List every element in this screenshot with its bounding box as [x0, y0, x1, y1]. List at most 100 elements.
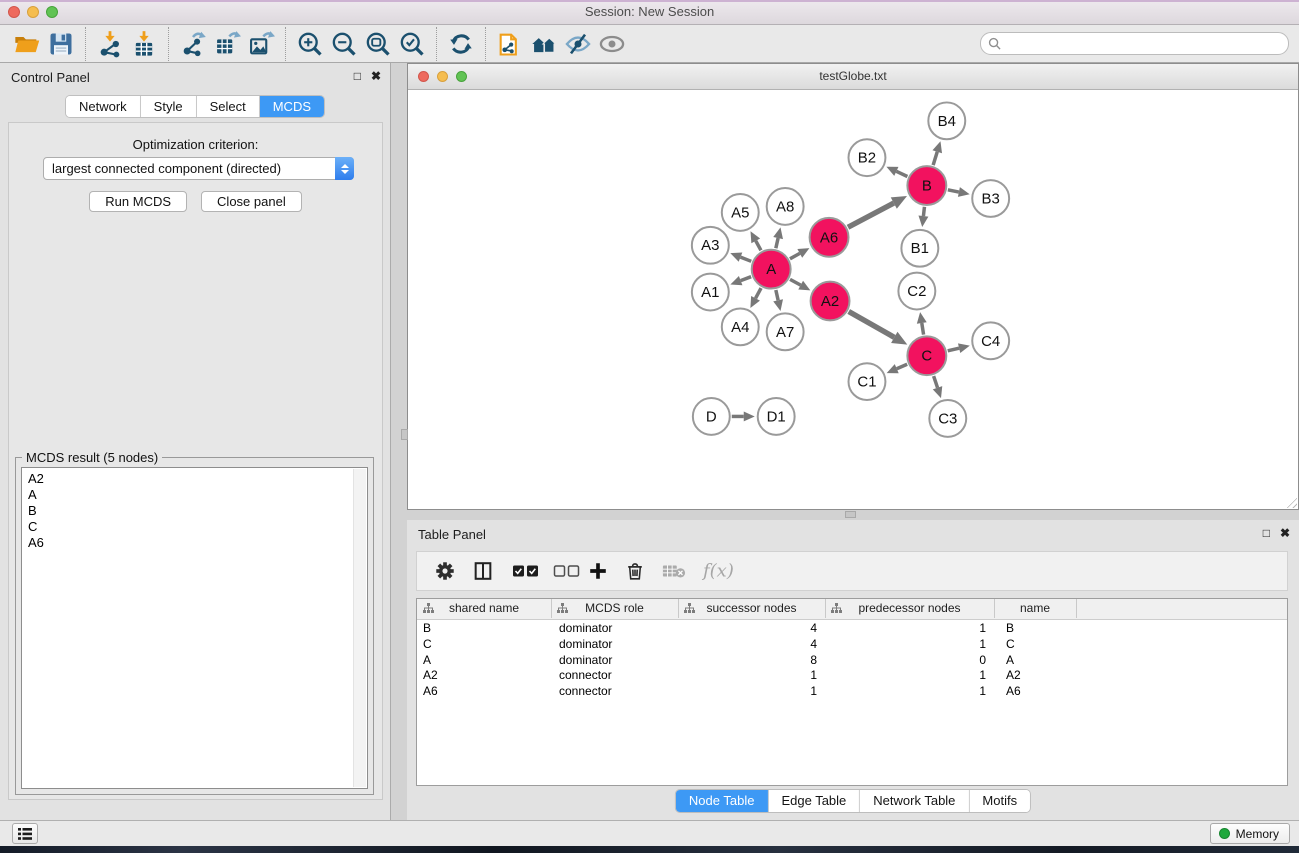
table-cell[interactable]: A2 [994, 667, 1076, 683]
table-cell[interactable]: 1 [678, 667, 825, 683]
zoom-fit-button[interactable] [361, 27, 395, 61]
import-network-button[interactable] [93, 27, 127, 61]
table-cell[interactable]: dominator [551, 652, 678, 668]
close-panel-button[interactable]: Close panel [201, 191, 302, 212]
run-mcds-button[interactable]: Run MCDS [89, 191, 187, 212]
export-table-button[interactable] [210, 27, 244, 61]
select-all-button[interactable] [512, 564, 540, 578]
table-cell[interactable]: C [417, 636, 551, 652]
deselect-all-button[interactable] [553, 564, 581, 578]
column-header-predecessor-nodes[interactable]: predecessor nodes [825, 599, 995, 618]
column-header-successor-nodes[interactable]: successor nodes [678, 599, 826, 618]
table-row[interactable]: Cdominator41C [417, 636, 1287, 652]
tab-network[interactable]: Network [66, 96, 141, 117]
mcds-result-item[interactable]: A [22, 487, 367, 503]
zoom-selected-button[interactable] [395, 27, 429, 61]
add-column-button[interactable] [587, 560, 609, 582]
graph-edge[interactable] [776, 238, 778, 248]
network-canvas[interactable]: B4B2BB3A8A5A6A3B1AC2A1A2A4A7C4CC1C3DD1 [409, 90, 1297, 508]
zoom-window-icon[interactable] [46, 6, 58, 18]
mcds-result-list[interactable]: A2ABCA6 [21, 467, 368, 789]
search-input[interactable] [1005, 35, 1281, 52]
graph-edge[interactable] [756, 241, 761, 251]
table-cell[interactable]: A6 [994, 683, 1076, 699]
table-cell[interactable]: dominator [551, 620, 678, 636]
export-network-button[interactable] [176, 27, 210, 61]
graph-edge[interactable] [897, 364, 907, 369]
graph-edge[interactable] [740, 257, 751, 261]
delete-table-button[interactable] [662, 563, 686, 579]
task-history-button[interactable] [12, 823, 38, 844]
table-cell[interactable]: A [417, 652, 551, 668]
column-visibility-button[interactable] [472, 560, 494, 582]
hide-details-button[interactable] [561, 27, 595, 61]
export-image-button[interactable] [244, 27, 278, 61]
tab-style[interactable]: Style [141, 96, 197, 117]
table-cell[interactable]: connector [551, 683, 678, 699]
table-cell[interactable]: 1 [825, 683, 994, 699]
column-header-name[interactable]: name [994, 599, 1077, 618]
graph-edge[interactable] [923, 207, 924, 216]
table-cell[interactable]: 4 [678, 620, 825, 636]
tab-motifs[interactable]: Motifs [969, 790, 1030, 812]
tab-edge-table[interactable]: Edge Table [768, 790, 860, 812]
network-window-titlebar[interactable]: testGlobe.txt [408, 64, 1298, 90]
table-cell[interactable]: 4 [678, 636, 825, 652]
tab-mcds[interactable]: MCDS [260, 96, 324, 117]
graph-edge[interactable] [848, 203, 894, 227]
column-header-shared-name[interactable]: shared name [417, 599, 552, 618]
table-cell[interactable]: 8 [678, 652, 825, 668]
graph-edge[interactable] [741, 277, 751, 281]
tab-select[interactable]: Select [197, 96, 260, 117]
graph-edge[interactable] [933, 152, 937, 165]
graph-edge[interactable] [896, 171, 907, 176]
table-cell[interactable]: 1 [825, 636, 994, 652]
network-graph[interactable]: B4B2BB3A8A5A6A3B1AC2A1A2A4A7C4CC1C3DD1 [409, 90, 1297, 508]
mcds-result-item[interactable]: B [22, 503, 367, 519]
graph-edge[interactable] [948, 190, 959, 192]
table-cell[interactable]: 0 [825, 652, 994, 668]
tab-network-table[interactable]: Network Table [860, 790, 969, 812]
zoom-out-button[interactable] [327, 27, 361, 61]
delete-column-button[interactable] [624, 560, 646, 582]
close-view-icon[interactable] [418, 71, 429, 82]
scrollbar-track[interactable] [353, 469, 366, 787]
table-cell[interactable]: B [994, 620, 1076, 636]
network-from-selection-button[interactable] [493, 27, 527, 61]
table-row[interactable]: Bdominator41B [417, 620, 1287, 636]
function-builder-button[interactable]: f(x) [703, 561, 734, 582]
optimization-criterion-select[interactable]: largest connected component (directed) [43, 157, 354, 180]
zoom-view-icon[interactable] [456, 71, 467, 82]
graph-edge[interactable] [790, 253, 800, 258]
graph-edge[interactable] [948, 348, 959, 351]
table-cell[interactable]: A6 [417, 683, 551, 699]
column-header-mcds-role[interactable]: MCDS role [551, 599, 679, 618]
save-session-button[interactable] [44, 27, 78, 61]
table-row[interactable]: A2connector11A2 [417, 667, 1287, 683]
graph-edge[interactable] [922, 323, 924, 335]
close-window-icon[interactable] [8, 6, 20, 18]
table-cell[interactable]: 1 [825, 620, 994, 636]
table-cell[interactable]: 1 [825, 667, 994, 683]
memory-button[interactable]: Memory [1210, 823, 1290, 844]
minimize-window-icon[interactable] [27, 6, 39, 18]
graph-edge[interactable] [934, 376, 938, 388]
table-cell[interactable]: A2 [417, 667, 551, 683]
table-cell[interactable]: connector [551, 667, 678, 683]
graph-edge[interactable] [776, 290, 778, 300]
zoom-in-button[interactable] [293, 27, 327, 61]
table-cell[interactable]: C [994, 636, 1076, 652]
mcds-result-item[interactable]: A2 [22, 471, 367, 487]
tab-node-table[interactable]: Node Table [676, 790, 769, 812]
splitter-handle[interactable] [845, 511, 856, 518]
float-panel-icon[interactable]: □ [354, 70, 361, 83]
mcds-result-item[interactable]: A6 [22, 535, 367, 551]
import-table-button[interactable] [127, 27, 161, 61]
table-row[interactable]: A6connector11A6 [417, 683, 1287, 699]
minimize-view-icon[interactable] [437, 71, 448, 82]
table-cell[interactable]: B [417, 620, 551, 636]
graph-edge[interactable] [756, 288, 762, 298]
graph-edge[interactable] [849, 312, 895, 338]
close-panel-icon[interactable]: ✖ [371, 70, 381, 83]
open-session-button[interactable] [10, 27, 44, 61]
